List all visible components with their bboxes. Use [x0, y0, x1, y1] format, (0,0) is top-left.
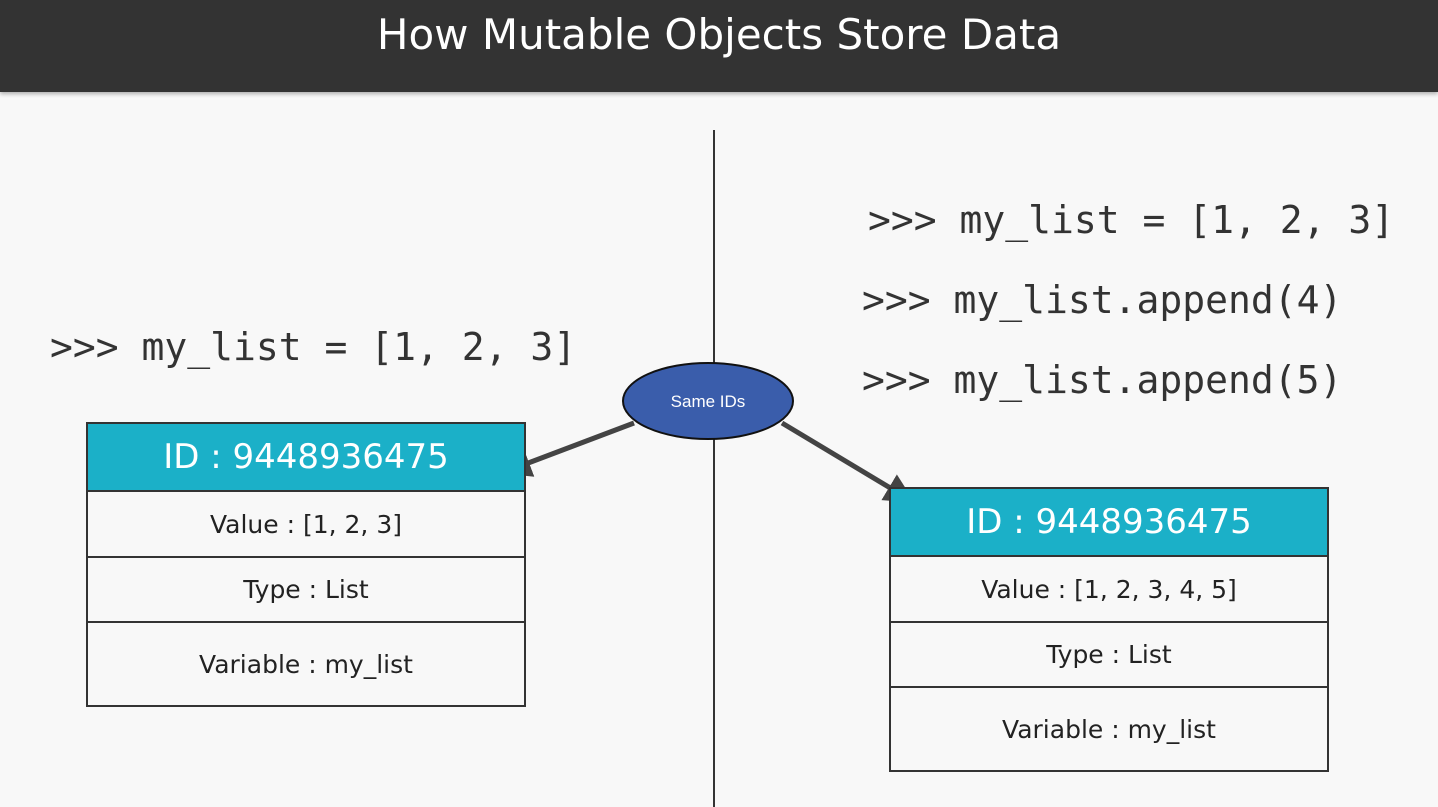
- object-value: Value : [1, 2, 3]: [88, 490, 524, 556]
- right-object-box: ID : 9448936475 Value : [1, 2, 3, 4, 5] …: [889, 487, 1329, 772]
- object-type: Type : List: [88, 556, 524, 621]
- left-object-box: ID : 9448936475 Value : [1, 2, 3] Type :…: [86, 422, 526, 707]
- right-code-line-2: >>> my_list.append(4): [862, 278, 1343, 322]
- right-code-line-1: >>> my_list = [1, 2, 3]: [868, 198, 1395, 242]
- same-ids-label: Same IDs: [671, 392, 746, 411]
- object-id: ID : 9448936475: [88, 424, 524, 490]
- object-variable: Variable : my_list: [891, 686, 1327, 770]
- object-type: Type : List: [891, 621, 1327, 686]
- object-variable: Variable : my_list: [88, 621, 524, 705]
- arrow-right: [780, 420, 915, 503]
- left-code-line: >>> my_list = [1, 2, 3]: [50, 325, 577, 369]
- object-id: ID : 9448936475: [891, 489, 1327, 555]
- arrow-left: [500, 420, 635, 477]
- object-value: Value : [1, 2, 3, 4, 5]: [891, 555, 1327, 621]
- right-code-line-3: >>> my_list.append(5): [862, 358, 1343, 402]
